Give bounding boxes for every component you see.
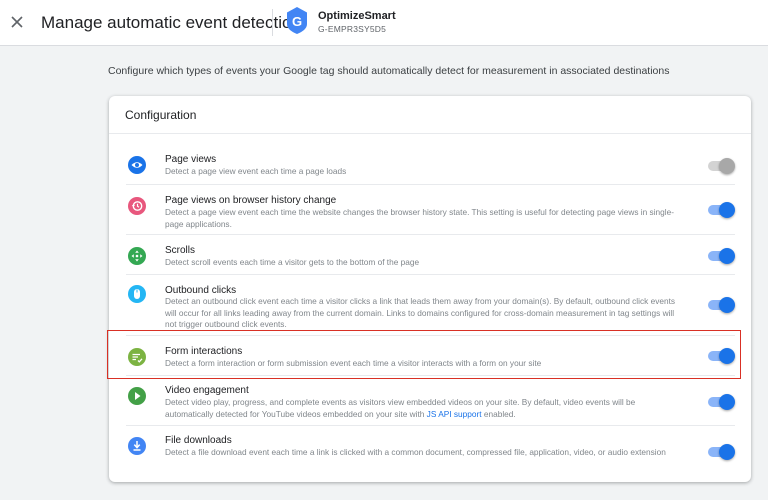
row-title: Page views on browser history change: [165, 195, 337, 206]
row-title: Outbound clicks: [165, 285, 237, 296]
setting-row-outbound-clicks: Outbound clicks Detect an outbound click…: [126, 275, 735, 336]
row-title: Form interactions: [165, 346, 243, 357]
row-description: Detect a page view event each time the w…: [165, 207, 674, 229]
eye-icon: [128, 156, 146, 174]
close-button[interactable]: [7, 12, 27, 32]
row-title: Scrolls: [165, 245, 196, 256]
description-text: enabled.: [481, 408, 516, 419]
account-name: OptimizeSmart: [318, 10, 396, 22]
row-description: Detect video play, progress, and complet…: [165, 397, 685, 420]
setting-row-file-downloads: File downloads Detect a file download ev…: [126, 426, 735, 476]
card-title: Configuration: [109, 96, 751, 134]
row-description: Detect an outbound click event each time…: [165, 296, 676, 329]
setting-row-page-views: Page views Detect a page view event each…: [126, 144, 735, 185]
top-bar: Manage automatic event detection G Optim…: [0, 0, 768, 46]
setting-row-scrolls: Scrolls Detect scroll events each time a…: [126, 235, 735, 275]
download-icon: [128, 437, 146, 455]
form-icon: [128, 348, 146, 366]
setting-row-video-engagement: Video engagement Detect video play, prog…: [126, 376, 735, 426]
close-icon: [11, 16, 23, 28]
history-icon: [128, 197, 146, 215]
js-api-support-link[interactable]: JS API support: [427, 409, 482, 419]
form-interactions-toggle[interactable]: [708, 348, 735, 364]
mouse-icon: [128, 285, 146, 303]
row-description: Detect a form interaction or form submis…: [165, 358, 542, 368]
file-downloads-toggle[interactable]: [708, 444, 735, 460]
video-engagement-toggle[interactable]: [708, 394, 735, 410]
scrolls-toggle[interactable]: [708, 248, 735, 264]
row-title: Video engagement: [165, 385, 249, 396]
scroll-arrows-icon: [128, 247, 146, 265]
page-title: Manage automatic event detection: [41, 13, 301, 32]
row-description: Detect a file download event each time a…: [165, 447, 666, 457]
row-description: Detect scroll events each time a visitor…: [165, 257, 420, 267]
outbound-clicks-toggle[interactable]: [708, 297, 735, 313]
history-change-toggle[interactable]: [708, 202, 735, 218]
google-tag-icon: G: [285, 6, 309, 35]
row-title: File downloads: [165, 435, 232, 446]
play-icon: [128, 387, 146, 405]
account-id: G-EMPR3SY5D5: [318, 24, 387, 34]
page-views-toggle[interactable]: [708, 158, 735, 174]
setting-row-history-change: Page views on browser history change Det…: [126, 185, 735, 235]
page-description: Configure which types of events your Goo…: [108, 65, 670, 77]
header-divider: [272, 9, 273, 36]
row-title: Page views: [165, 154, 217, 165]
svg-text:G: G: [292, 14, 302, 29]
description-text: Detect video play, progress, and complet…: [165, 397, 636, 419]
configuration-card: Configuration Page views Detect a page v…: [109, 96, 751, 482]
row-description: Detect a page view event each time a pag…: [165, 166, 347, 176]
setting-row-form-interactions: Form interactions Detect a form interact…: [126, 336, 735, 376]
